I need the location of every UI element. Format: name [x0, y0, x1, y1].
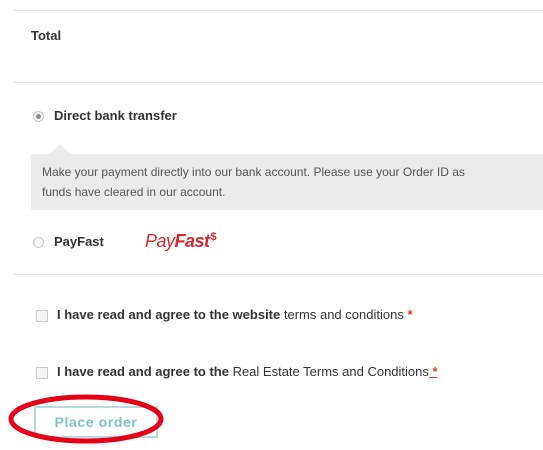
bank-transfer-description: Make your payment directly into our bank…	[42, 162, 543, 202]
payfast-logo: PayFast$	[145, 231, 217, 252]
divider	[14, 10, 543, 11]
website-terms-label: I have read and agree to the website ter…	[57, 307, 413, 322]
bank-transfer-description-line1: Make your payment directly into our bank…	[42, 165, 465, 179]
bank-transfer-description-line2: funds have cleared in our account.	[42, 185, 226, 199]
payment-method-label-bank-transfer[interactable]: Direct bank transfer	[54, 108, 177, 123]
required-marker: *	[428, 364, 438, 379]
radio-direct-bank-transfer[interactable]	[33, 111, 44, 122]
website-terms-link[interactable]: terms and conditions	[280, 307, 404, 322]
payfast-logo-mark: $	[210, 231, 217, 243]
website-terms-checkbox[interactable]	[36, 310, 48, 322]
real-estate-terms-label: I have read and agree to the Real Estate…	[57, 364, 438, 379]
payment-method-label-payfast[interactable]: PayFast	[54, 234, 104, 249]
real-estate-terms-link[interactable]: Real Estate Terms and Conditions	[229, 364, 429, 379]
divider	[14, 82, 543, 83]
bank-transfer-description-box: Make your payment directly into our bank…	[31, 154, 543, 210]
radio-payfast[interactable]	[33, 237, 44, 248]
divider	[14, 274, 543, 275]
required-marker: *	[403, 307, 413, 322]
description-pointer	[50, 144, 70, 154]
place-order-button[interactable]: Place order	[34, 406, 158, 438]
real-estate-terms-checkbox[interactable]	[36, 367, 48, 379]
website-terms-text: I have read and agree to the website	[57, 307, 281, 322]
checkout-payment-section: Total Direct bank transfer Make your pay…	[0, 0, 543, 450]
real-estate-terms-text: I have read and agree to the	[57, 364, 229, 379]
payfast-logo-fast: Fast	[174, 231, 211, 251]
order-total-label: Total	[31, 28, 62, 43]
payfast-logo-pay: Pay	[145, 231, 175, 251]
